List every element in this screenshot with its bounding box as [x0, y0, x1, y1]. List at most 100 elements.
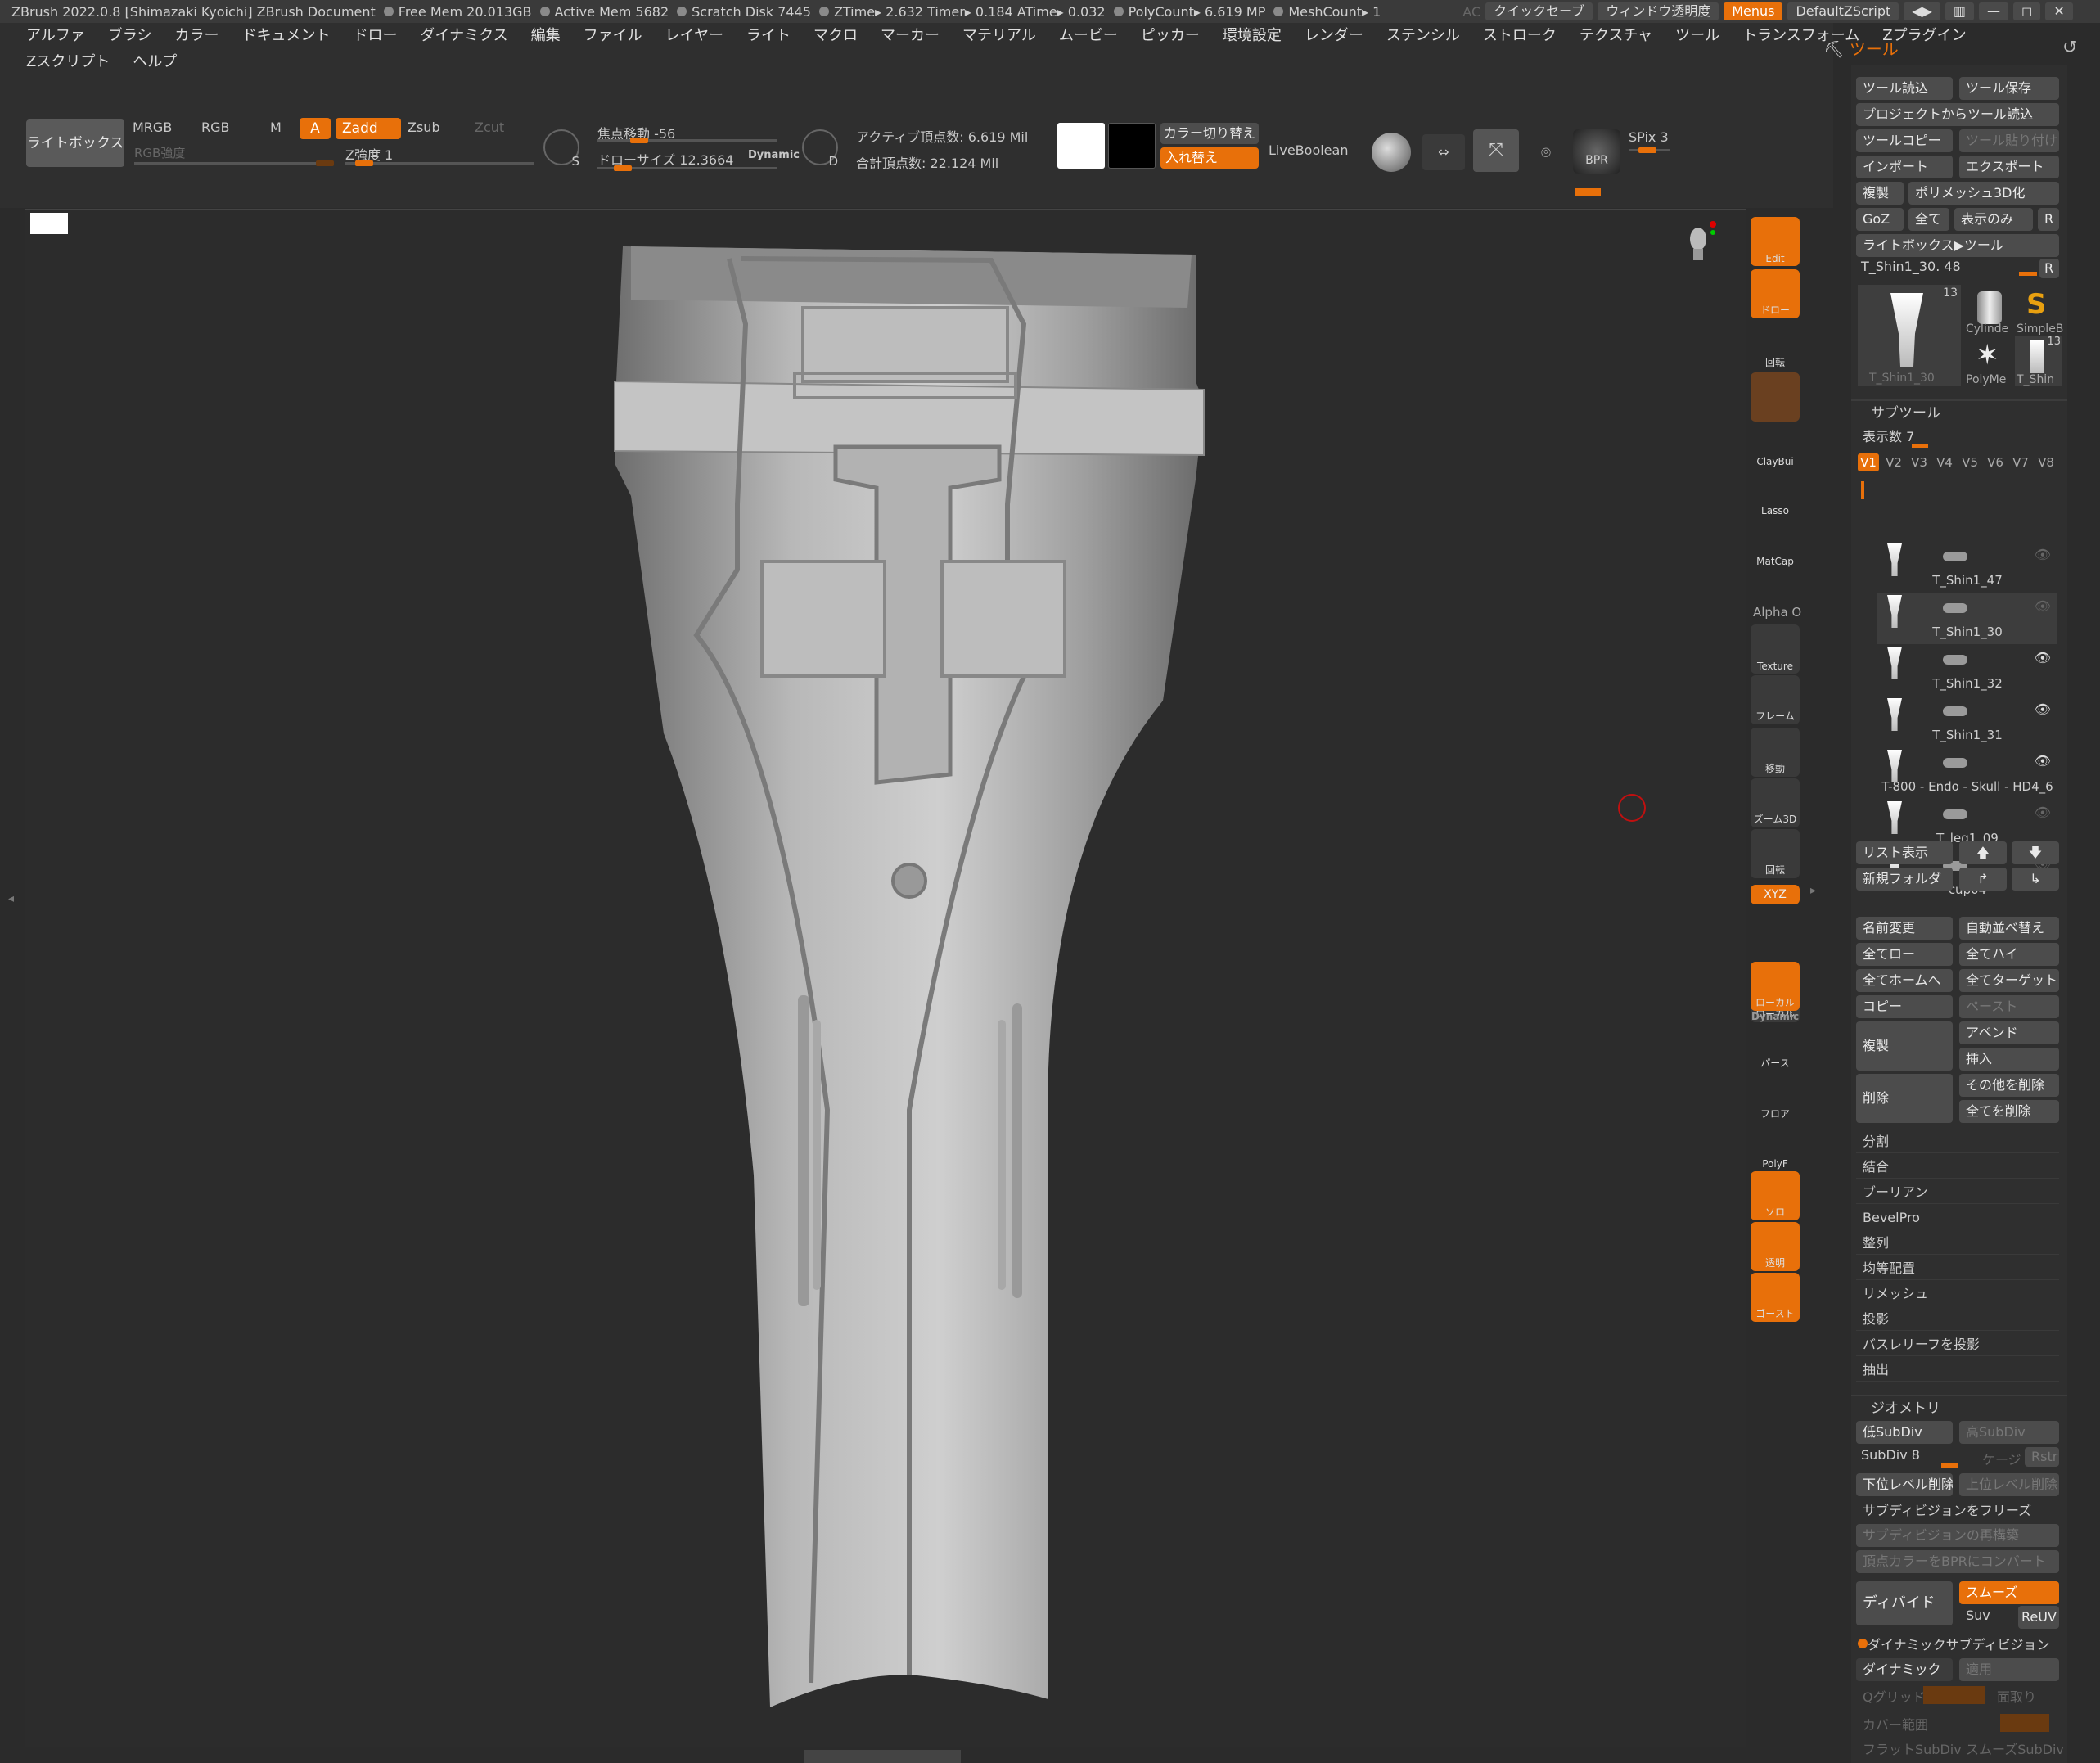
- menu-item[interactable]: レイヤー: [654, 23, 735, 49]
- dynamic-subdiv-toggle[interactable]: ダイナミック: [1856, 1658, 1953, 1681]
- menu-item[interactable]: カラー: [163, 23, 230, 49]
- floor-button[interactable]: フロア: [1751, 1073, 1800, 1122]
- version-tab-v6[interactable]: V6: [1985, 453, 2006, 471]
- visibility-eye-icon[interactable]: 👁: [2035, 650, 2051, 665]
- version-tab-v3[interactable]: V3: [1908, 453, 1930, 471]
- version-tab-v2[interactable]: V2: [1883, 453, 1904, 471]
- menu-item[interactable]: ダイナミクス: [408, 23, 519, 49]
- subtool-submenu-item[interactable]: 整列: [1856, 1231, 2059, 1255]
- move-up-arrow-icon[interactable]: 🡅: [1959, 841, 2007, 864]
- menu-item[interactable]: ツール: [1664, 23, 1731, 49]
- local-button[interactable]: ローカル: [1751, 962, 1800, 1011]
- tool-thumbnail-cylinder[interactable]: Cylinde: [1964, 285, 2013, 336]
- delete-all-button[interactable]: 全てを削除: [1959, 1100, 2059, 1123]
- delete-higher-button[interactable]: 上位レベル削除: [1959, 1473, 2059, 1496]
- minimize-icon[interactable]: —: [1979, 2, 2009, 20]
- camera-icon[interactable]: ⌾: [1527, 134, 1565, 170]
- load-from-project-button[interactable]: プロジェクトからツール読込: [1856, 103, 2059, 126]
- all-low-button[interactable]: 全てロー: [1856, 943, 1953, 966]
- spix-slider[interactable]: SPix 3: [1629, 129, 1669, 145]
- subtool-submenu-item[interactable]: 均等配置: [1856, 1256, 2059, 1280]
- menu-item[interactable]: 編集: [520, 23, 572, 49]
- suv-toggle[interactable]: Suv: [1966, 1607, 1990, 1623]
- lightbox-button[interactable]: ライトボックス: [26, 119, 124, 167]
- bottom-tray-handle[interactable]: [804, 1750, 961, 1763]
- zoom3d-button[interactable]: ズーム3D: [1751, 778, 1800, 827]
- navigation-head-icon[interactable]: [1685, 219, 1718, 268]
- version-tab-v8[interactable]: V8: [2035, 453, 2057, 471]
- stroke-d-icon[interactable]: D: [802, 129, 838, 169]
- subtool-submenu-item[interactable]: 分割: [1856, 1129, 2059, 1153]
- menu-item[interactable]: ピッカー: [1129, 23, 1211, 49]
- save-tool-button[interactable]: ツール保存: [1959, 77, 2059, 100]
- freeze-subdiv-button[interactable]: サブディビジョンをフリーズ: [1863, 1499, 2031, 1519]
- all-high-button[interactable]: 全てハイ: [1959, 943, 2059, 966]
- visibility-eye-icon[interactable]: 👁: [2035, 805, 2051, 820]
- menu-item[interactable]: ドロー: [341, 23, 408, 49]
- menu-item[interactable]: ファイル: [572, 23, 654, 49]
- move-down-arrow-icon[interactable]: 🡇: [2012, 841, 2059, 864]
- divide-button[interactable]: ディバイド: [1856, 1581, 1953, 1625]
- subdiv-slider[interactable]: SubDiv 8: [1861, 1447, 1920, 1463]
- menus-toggle[interactable]: Menus: [1724, 2, 1783, 20]
- copy-button[interactable]: コピー: [1856, 995, 1953, 1018]
- zadd-toggle[interactable]: Zadd: [336, 118, 401, 139]
- coverage-slider[interactable]: カバー範囲: [1863, 1714, 1928, 1734]
- rotate-button[interactable]: 回転: [1751, 829, 1800, 878]
- solo-button[interactable]: ソロ: [1751, 1171, 1800, 1220]
- focal-shift-track[interactable]: [597, 138, 777, 143]
- rgb-intensity-track[interactable]: [134, 160, 334, 166]
- goz-all-button[interactable]: 全て: [1908, 208, 1949, 231]
- xyz-toggle[interactable]: XYZ: [1751, 885, 1800, 904]
- m-toggle[interactable]: M: [270, 119, 282, 135]
- draw-button[interactable]: ドロー: [1751, 269, 1800, 318]
- load-tool-button[interactable]: ツール読込: [1856, 77, 1953, 100]
- cage-button[interactable]: ケージ: [1982, 1449, 2021, 1468]
- local-symmetry-icon[interactable]: ⇔: [1422, 134, 1465, 170]
- bpr-button[interactable]: BPR: [1573, 129, 1620, 174]
- frame-button[interactable]: フレーム: [1751, 675, 1800, 724]
- subtool-submenu-item[interactable]: BevelPro: [1856, 1206, 2059, 1229]
- tool-menu-header[interactable]: ⛏ ツール: [1823, 36, 1899, 60]
- current-tool-slider[interactable]: T_Shin1_30. 48: [1861, 259, 1961, 274]
- rgb-toggle[interactable]: RGB: [201, 119, 230, 135]
- mrgb-toggle[interactable]: MRGB: [133, 119, 172, 135]
- goz-r-button[interactable]: R: [2038, 208, 2059, 231]
- qgrid-value[interactable]: [1923, 1686, 1985, 1704]
- menu-item[interactable]: 環境設定: [1211, 23, 1293, 49]
- rename-button[interactable]: 名前変更: [1856, 917, 1953, 940]
- visibility-eye-icon[interactable]: 👁: [2035, 547, 2051, 562]
- dynamic-subdiv-header[interactable]: ダイナミックサブディビジョン: [1868, 1634, 2050, 1653]
- coverage-value[interactable]: [2000, 1714, 2049, 1732]
- ghost-button[interactable]: ゴースト: [1751, 1273, 1800, 1322]
- menu-item[interactable]: マクロ: [802, 23, 869, 49]
- right-tray-toggle-icon[interactable]: ▸: [1810, 884, 1820, 909]
- polypaint-toggle-icon[interactable]: [1943, 758, 1967, 768]
- goz-button[interactable]: GoZ: [1856, 208, 1904, 231]
- a-toggle[interactable]: A: [300, 118, 331, 139]
- z-intensity-track[interactable]: [345, 160, 534, 166]
- clone-button[interactable]: 複製: [1856, 182, 1904, 205]
- tool-thumbnail-main[interactable]: 13 T_Shin1_30: [1858, 285, 1961, 386]
- perspective-button[interactable]: パース: [1751, 1022, 1800, 1071]
- smooth-subdiv-slider[interactable]: スムーズSubDiv: [1966, 1738, 2064, 1758]
- new-folder-button[interactable]: 新規フォルダ: [1856, 868, 1953, 891]
- higher-subdiv-button[interactable]: 高SubDiv: [1959, 1421, 2059, 1444]
- menu-item[interactable]: ドキュメント: [230, 23, 341, 49]
- reconstruct-subdiv-button[interactable]: サブディビジョンの再構築: [1856, 1524, 2059, 1547]
- menu-item[interactable]: テクスチャ: [1568, 23, 1664, 49]
- paste-tool-button[interactable]: ツール貼り付け: [1959, 129, 2059, 152]
- goz-visible-button[interactable]: 表示のみ: [1954, 208, 2033, 231]
- lightbox-tool-button[interactable]: ライトボックス▶ツール: [1856, 234, 2059, 257]
- display-count-slider[interactable]: 表示数 7: [1863, 426, 1914, 445]
- copy-tool-button[interactable]: ツールコピー: [1856, 129, 1953, 152]
- subtool-item[interactable]: 👁 T_Shin1_47: [1877, 542, 2057, 593]
- delete-button[interactable]: 削除: [1856, 1074, 1953, 1123]
- folder-down-arrow-icon[interactable]: ↳: [2012, 868, 2059, 891]
- liveboolean-toggle[interactable]: LiveBoolean: [1269, 142, 1348, 158]
- current-tool-track[interactable]: [2019, 272, 2037, 276]
- menu-item[interactable]: ヘルプ: [121, 49, 188, 75]
- material-sphere-icon[interactable]: [1372, 133, 1411, 172]
- paste-button[interactable]: ペースト: [1959, 995, 2059, 1018]
- chamfer-toggle[interactable]: 面取り: [1997, 1686, 2036, 1706]
